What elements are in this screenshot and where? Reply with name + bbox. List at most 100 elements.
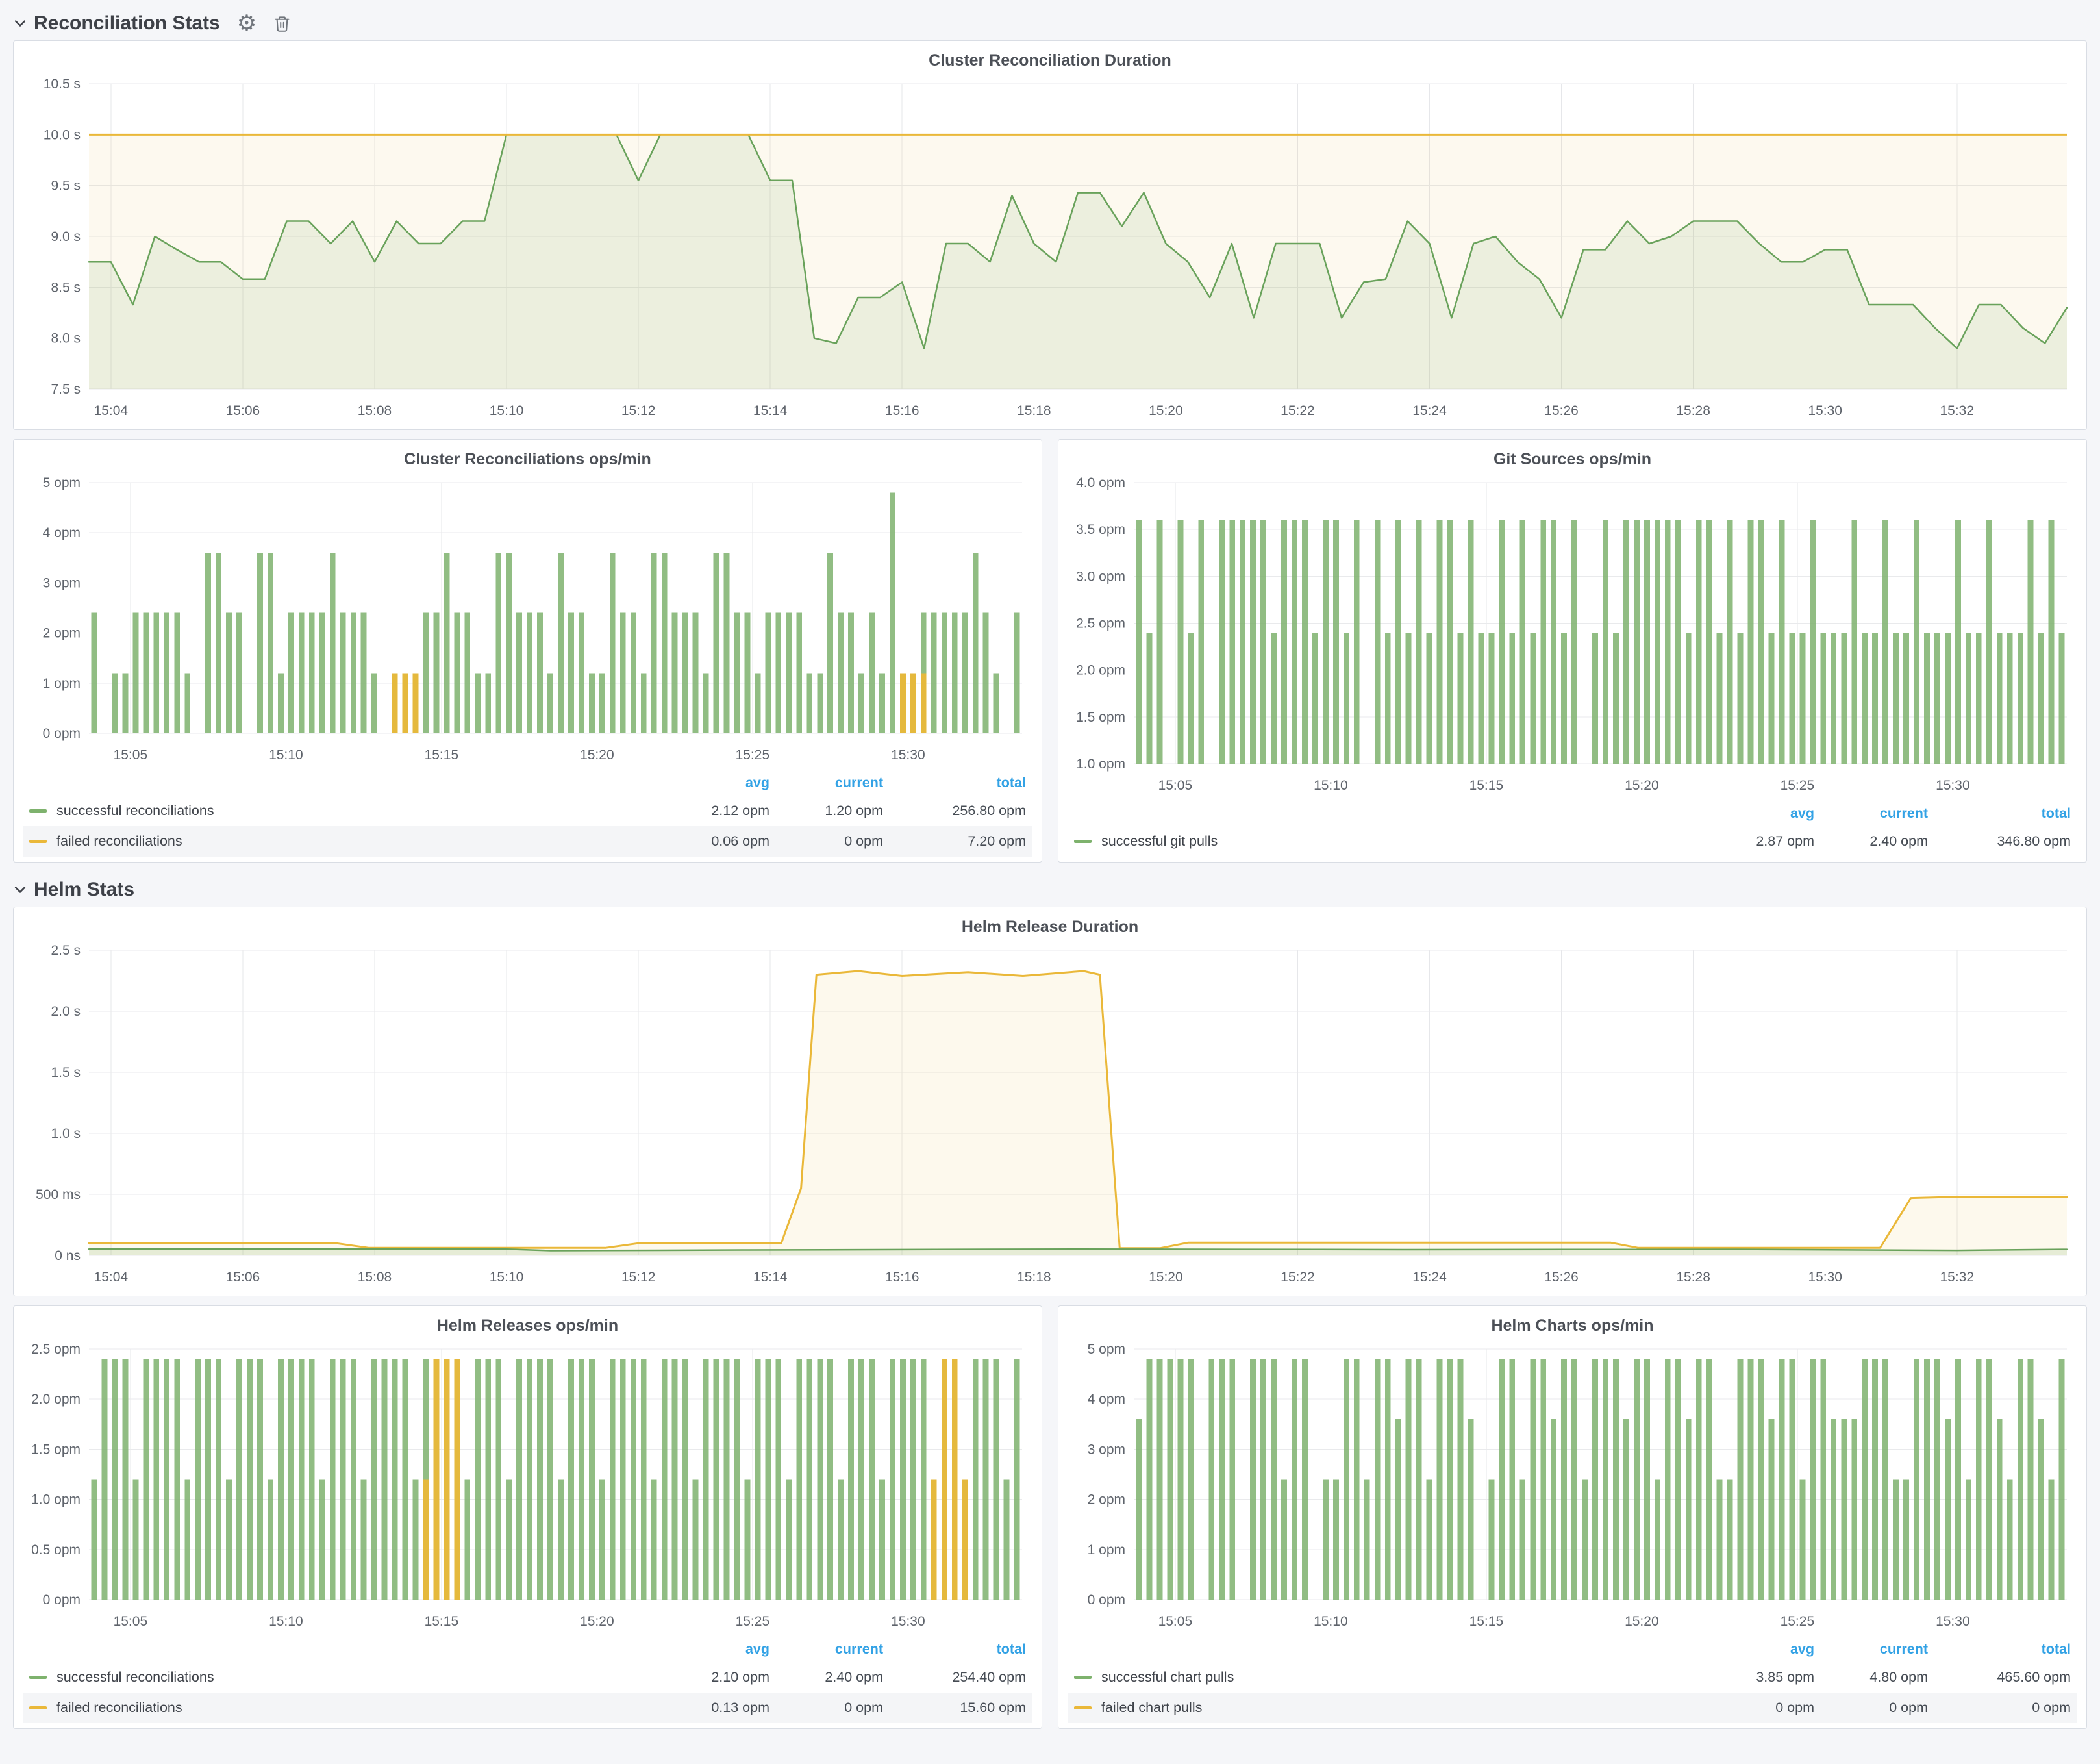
legend-stat: 0 opm	[1928, 1700, 2071, 1716]
panel-title[interactable]: Helm Releases ops/min	[23, 1313, 1032, 1339]
svg-text:2.0 opm: 2.0 opm	[31, 1392, 81, 1407]
svg-text:3 opm: 3 opm	[43, 575, 81, 590]
svg-text:15:30: 15:30	[1808, 1270, 1842, 1285]
svg-text:1 opm: 1 opm	[1088, 1543, 1125, 1557]
legend-col-total[interactable]: total	[883, 775, 1026, 791]
svg-text:15:12: 15:12	[621, 403, 656, 418]
svg-text:15:14: 15:14	[753, 403, 788, 418]
svg-text:0.5 opm: 0.5 opm	[31, 1543, 81, 1557]
svg-text:15:15: 15:15	[1469, 778, 1504, 793]
svg-text:15:30: 15:30	[891, 748, 925, 762]
svg-text:15:15: 15:15	[425, 1614, 459, 1629]
svg-text:15:16: 15:16	[885, 403, 919, 418]
legend-stat: 256.80 opm	[883, 803, 1026, 819]
legend-series-toggle[interactable]: successful reconciliations	[29, 1669, 646, 1685]
trash-icon[interactable]	[273, 14, 291, 33]
svg-text:15:05: 15:05	[114, 1614, 148, 1629]
svg-text:2.5 opm: 2.5 opm	[31, 1342, 81, 1357]
legend-col-avg[interactable]: avg	[646, 1641, 769, 1657]
legend-stat: 465.60 opm	[1928, 1669, 2071, 1685]
series-color-dash-icon	[1074, 840, 1092, 843]
legend-series-toggle[interactable]: failed reconciliations	[29, 833, 646, 850]
svg-text:0 opm: 0 opm	[43, 1593, 81, 1607]
panel-title[interactable]: Helm Release Duration	[23, 914, 2077, 940]
legend-series-label: successful reconciliations	[56, 1669, 214, 1685]
svg-text:15:10: 15:10	[490, 1270, 524, 1285]
cluster-reconciliation-duration-chart[interactable]: 7.5 s8.0 s8.5 s9.0 s9.5 s10.0 s10.5 s15:…	[23, 73, 2077, 424]
svg-text:1 opm: 1 opm	[43, 676, 81, 691]
legend-col-avg[interactable]: avg	[1691, 1641, 1814, 1657]
helm-releases-chart[interactable]: 0 opm0.5 opm1.0 opm1.5 opm2.0 opm2.5 opm…	[23, 1339, 1032, 1635]
legend-col-current[interactable]: current	[1814, 1641, 1928, 1657]
svg-text:15:25: 15:25	[1781, 1614, 1815, 1629]
section-header-helm-stats[interactable]: Helm Stats	[13, 873, 2087, 907]
svg-text:2.5 s: 2.5 s	[51, 943, 81, 958]
series-color-dash-icon	[1074, 1706, 1092, 1709]
legend-stat: 15.60 opm	[883, 1700, 1026, 1716]
legend-header: avgcurrenttotal	[1068, 1636, 2077, 1662]
gear-icon[interactable]: ⚙	[237, 12, 256, 34]
section-header-reconciliation-stats[interactable]: Reconciliation Stats ⚙	[13, 6, 2087, 40]
svg-text:15:18: 15:18	[1017, 403, 1051, 418]
panel-title[interactable]: Helm Charts ops/min	[1068, 1313, 2077, 1339]
svg-text:15:22: 15:22	[1281, 403, 1315, 418]
svg-text:4.0 opm: 4.0 opm	[1076, 475, 1125, 490]
panel-helm-charts-opm: Helm Charts ops/min 0 opm1 opm2 opm3 opm…	[1058, 1305, 2087, 1729]
svg-text:4 opm: 4 opm	[1088, 1392, 1125, 1407]
legend-col-current[interactable]: current	[769, 1641, 883, 1657]
svg-text:15:20: 15:20	[580, 748, 614, 762]
svg-text:3.5 opm: 3.5 opm	[1076, 522, 1125, 537]
svg-text:2.0 s: 2.0 s	[51, 1004, 81, 1019]
legend-header: avgcurrenttotal	[23, 770, 1032, 796]
panel-title[interactable]: Cluster Reconciliations ops/min	[23, 446, 1032, 472]
svg-text:1.5 opm: 1.5 opm	[31, 1442, 81, 1457]
legend-col-current[interactable]: current	[1814, 805, 1928, 822]
svg-text:3 opm: 3 opm	[1088, 1442, 1125, 1457]
legend-cluster-reconciliations: avgcurrenttotal successful reconciliation…	[23, 770, 1032, 857]
svg-text:15:05: 15:05	[114, 748, 148, 762]
helm-charts-chart[interactable]: 0 opm1 opm2 opm3 opm4 opm5 opm15:0515:10…	[1068, 1339, 2077, 1635]
svg-text:15:28: 15:28	[1676, 1270, 1710, 1285]
legend-series-label: successful reconciliations	[56, 803, 214, 819]
panel-cluster-reconciliations-opm: Cluster Reconciliations ops/min 0 opm1 o…	[13, 439, 1042, 863]
legend-row: failed reconciliations0.13 opm0 opm15.60…	[23, 1693, 1032, 1723]
svg-text:15:10: 15:10	[1314, 1614, 1348, 1629]
cluster-reconciliations-chart[interactable]: 0 opm1 opm2 opm3 opm4 opm5 opm15:0515:10…	[23, 472, 1032, 768]
legend-stat: 2.40 opm	[769, 1669, 883, 1685]
svg-text:4 opm: 4 opm	[43, 525, 81, 540]
legend-col-avg[interactable]: avg	[1691, 805, 1814, 822]
legend-helm-releases: avgcurrenttotal successful reconciliation…	[23, 1636, 1032, 1723]
legend-series-toggle[interactable]: successful chart pulls	[1074, 1669, 1691, 1685]
legend-series-toggle[interactable]: successful git pulls	[1074, 833, 1691, 850]
helm-release-duration-chart[interactable]: 0 ns500 ms1.0 s1.5 s2.0 s2.5 s15:0415:06…	[23, 940, 2077, 1291]
legend-col-total[interactable]: total	[1928, 1641, 2071, 1657]
legend-header: avgcurrenttotal	[1068, 800, 2077, 826]
svg-text:15:30: 15:30	[1808, 403, 1842, 418]
panel-title[interactable]: Git Sources ops/min	[1068, 446, 2077, 472]
legend-row: failed reconciliations0.06 opm0 opm7.20 …	[23, 826, 1032, 857]
legend-col-total[interactable]: total	[883, 1641, 1026, 1657]
svg-text:15:05: 15:05	[1158, 778, 1193, 793]
svg-text:7.5 s: 7.5 s	[51, 382, 81, 397]
legend-stat: 1.20 opm	[769, 803, 883, 819]
legend-stat: 0.06 opm	[646, 833, 769, 850]
series-color-dash-icon	[29, 840, 47, 843]
legend-stat: 2.87 opm	[1691, 833, 1814, 850]
legend-series-toggle[interactable]: failed chart pulls	[1074, 1700, 1691, 1716]
legend-stat: 0 opm	[1691, 1700, 1814, 1716]
legend-col-total[interactable]: total	[1928, 805, 2071, 822]
legend-series-toggle[interactable]: failed reconciliations	[29, 1700, 646, 1716]
svg-text:15:20: 15:20	[1149, 403, 1183, 418]
svg-text:15:06: 15:06	[226, 1270, 260, 1285]
git-sources-chart[interactable]: 1.0 opm1.5 opm2.0 opm2.5 opm3.0 opm3.5 o…	[1068, 472, 2077, 799]
series-color-dash-icon	[29, 809, 47, 813]
svg-text:15:20: 15:20	[580, 1614, 614, 1629]
legend-stat: 7.20 opm	[883, 833, 1026, 850]
svg-text:15:10: 15:10	[1314, 778, 1348, 793]
legend-stat: 3.85 opm	[1691, 1669, 1814, 1685]
panel-title[interactable]: Cluster Reconciliation Duration	[23, 47, 2077, 73]
legend-col-current[interactable]: current	[769, 775, 883, 791]
legend-col-avg[interactable]: avg	[646, 775, 769, 791]
legend-row: successful reconciliations2.10 opm2.40 o…	[23, 1662, 1032, 1693]
legend-series-toggle[interactable]: successful reconciliations	[29, 803, 646, 819]
